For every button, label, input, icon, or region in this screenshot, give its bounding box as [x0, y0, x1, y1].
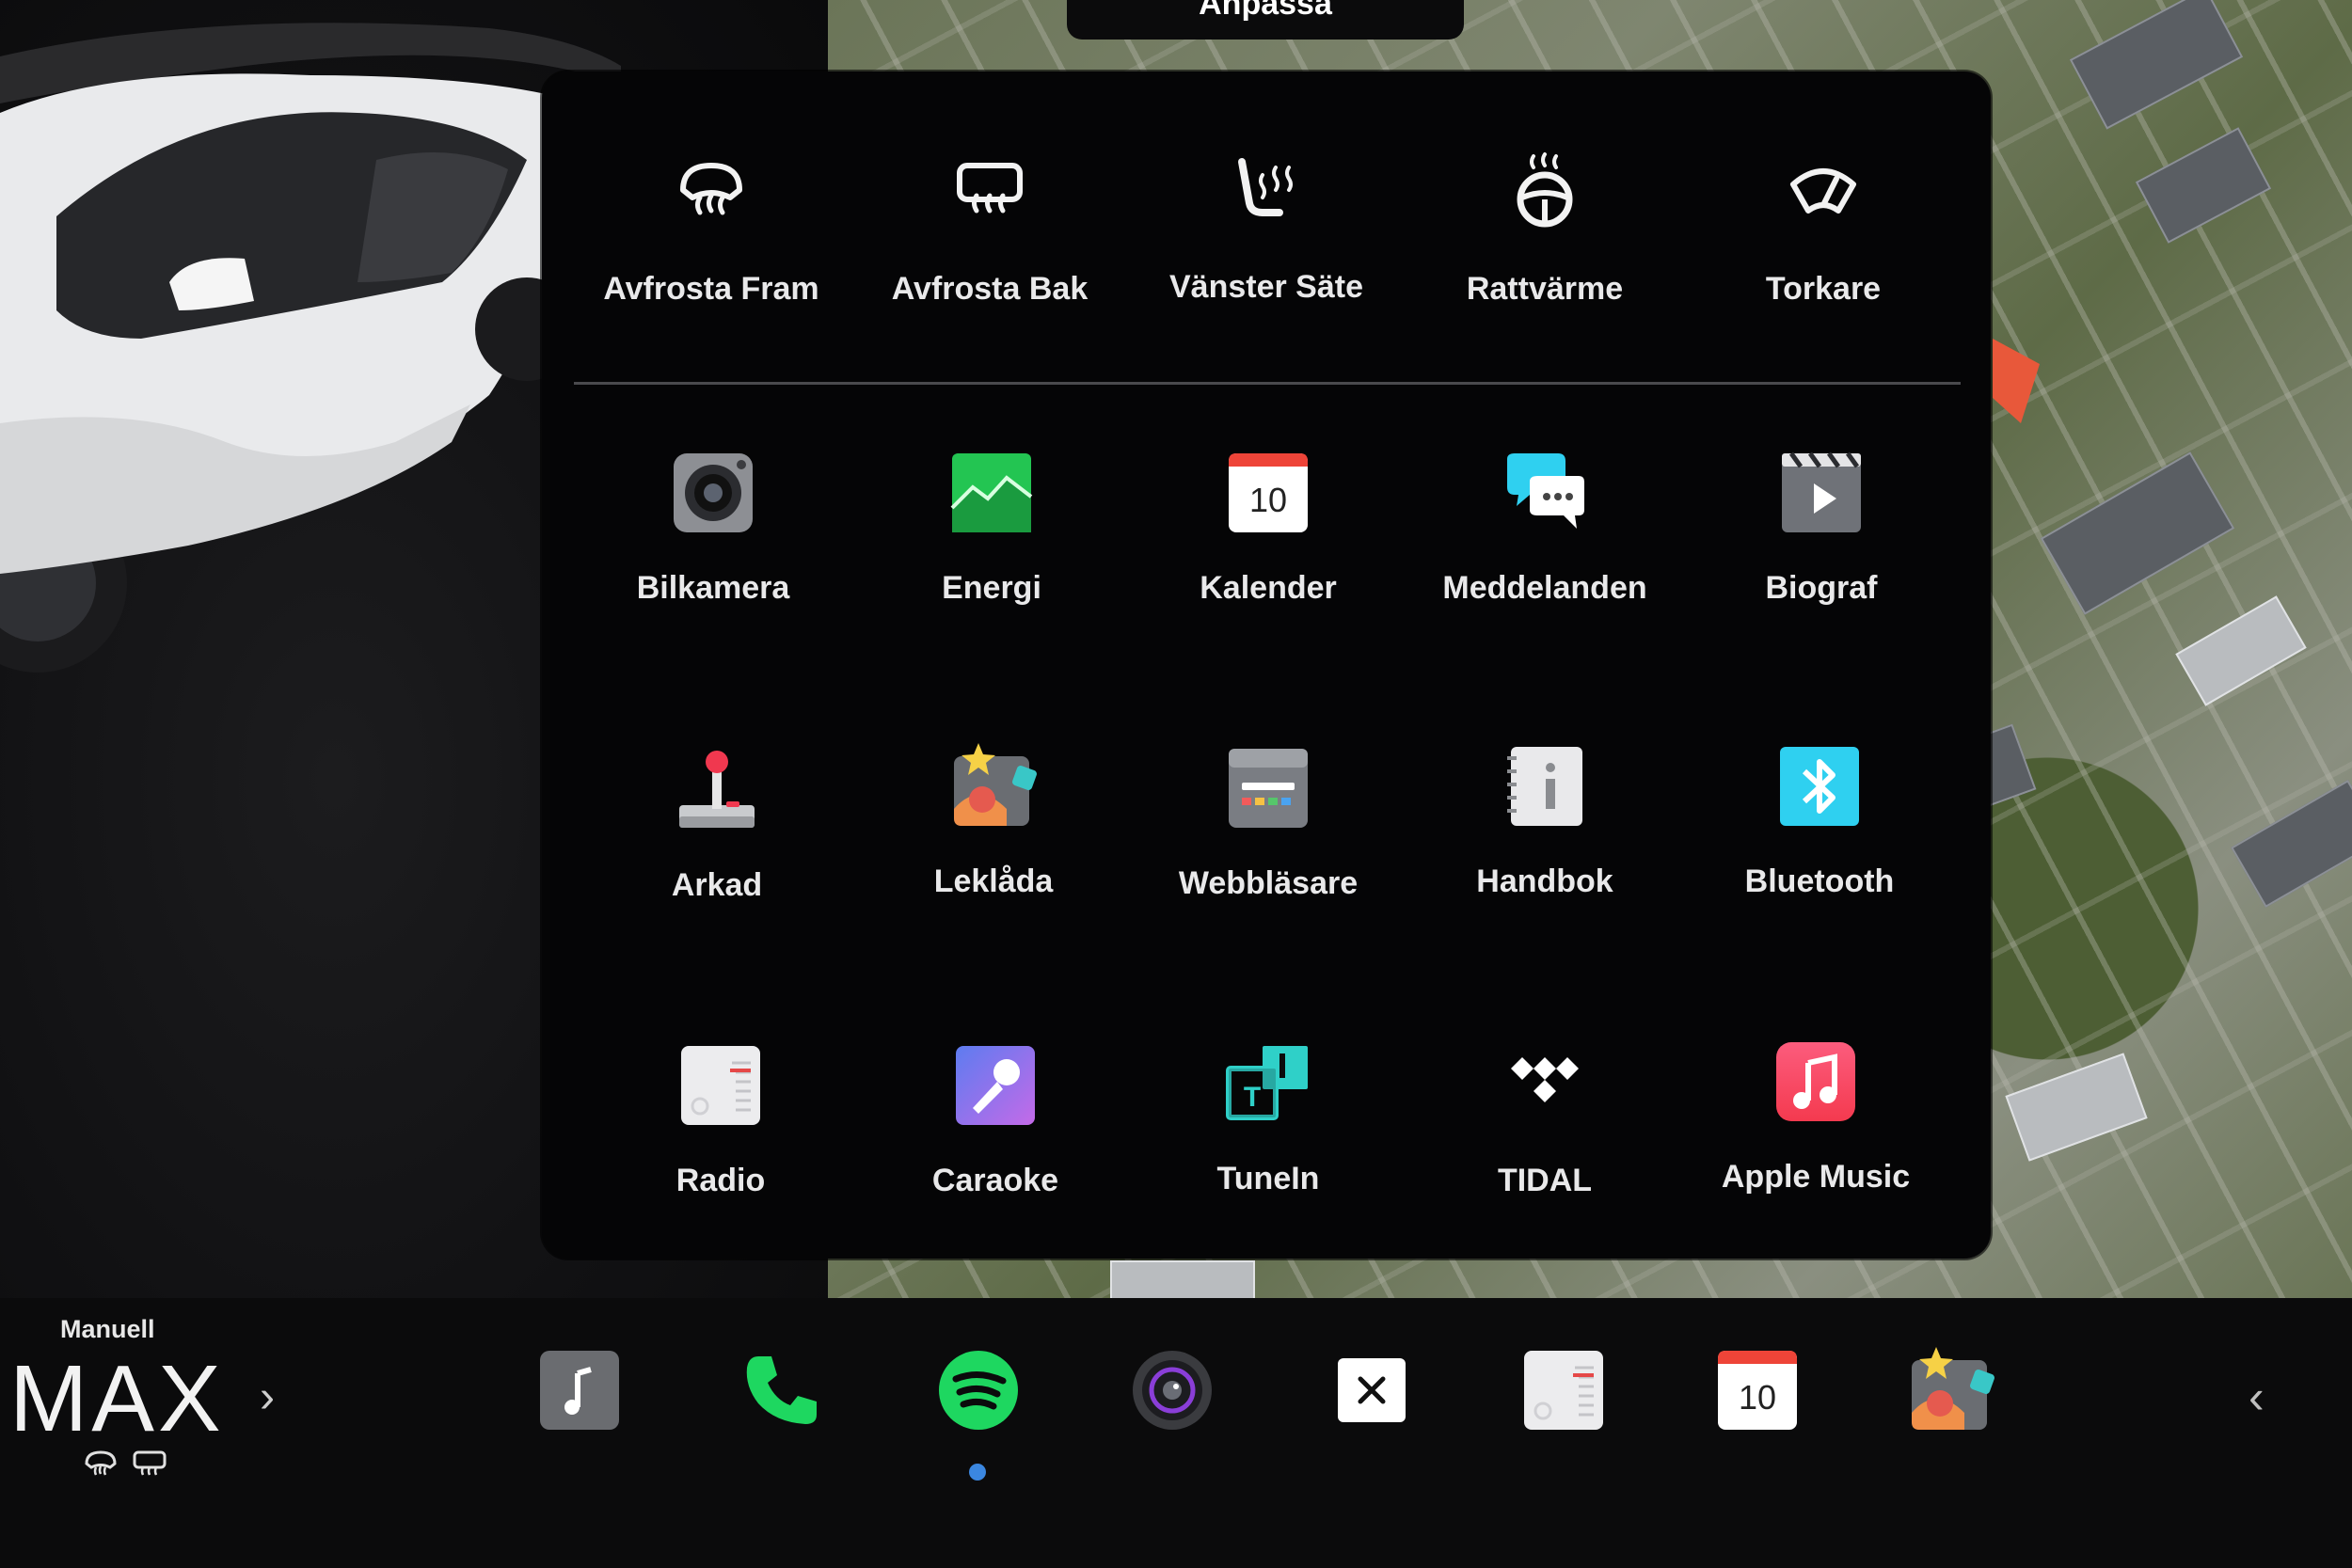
wiper-icon: [1790, 168, 1856, 214]
calendar-icon[interactable]: 10: [1714, 1347, 1801, 1433]
front-defrost-button[interactable]: Avfrosta Fram: [580, 150, 843, 357]
energy-graph-icon: [950, 453, 1033, 532]
bluetooth-icon: [1780, 747, 1859, 826]
app-radio[interactable]: Radio: [589, 1042, 852, 1249]
rear-defrost-button[interactable]: Avfrosta Bak: [858, 150, 1121, 357]
close-app-button[interactable]: [1328, 1347, 1415, 1433]
app-meddelanden[interactable]: Meddelanden: [1413, 450, 1677, 657]
front-defrost-icon: [680, 163, 742, 215]
camera-icon: [674, 453, 753, 532]
manual-icon: [1507, 747, 1582, 826]
steering-wheel-heat-button[interactable]: Rattvärme: [1413, 150, 1677, 357]
map-building: [2040, 451, 2235, 615]
app-bilkamera[interactable]: Bilkamera: [581, 450, 845, 657]
dashcam-icon[interactable]: [1129, 1347, 1216, 1433]
music-icon[interactable]: [536, 1347, 623, 1433]
chevron-left-icon[interactable]: ‹: [2249, 1370, 2265, 1424]
seat-heater-icon: [1238, 158, 1293, 216]
phone-icon[interactable]: [738, 1347, 824, 1433]
left-seat-label: Vänster Säte: [1169, 269, 1363, 305]
app-apple-music[interactable]: Apple Music: [1684, 1038, 1947, 1245]
joystick-icon: [679, 751, 755, 828]
app-label: Radio: [675, 1163, 766, 1198]
tunein-icon: T: [1226, 1046, 1308, 1120]
apple-music-icon: [1776, 1042, 1855, 1121]
calendar-icon: 10: [1229, 453, 1308, 532]
app-label: Bluetooth: [1744, 863, 1895, 899]
chevron-right-icon[interactable]: ›: [260, 1371, 275, 1423]
map-building: [2175, 595, 2307, 706]
front-defrost-label: Avfrosta Fram: [603, 271, 819, 307]
map-building: [2069, 0, 2244, 130]
climate-mode-label: Manuell: [60, 1315, 155, 1343]
app-label: Webbläsare: [1178, 865, 1359, 901]
rear-defrost-icon: [133, 1450, 167, 1476]
app-leklada[interactable]: Leklåda: [862, 743, 1125, 950]
app-label: Leklåda: [933, 863, 1054, 899]
radio-icon: [681, 1046, 760, 1125]
radio-icon[interactable]: [1520, 1347, 1607, 1433]
steering-wheel-heat-label: Rattvärme: [1466, 271, 1624, 307]
map-building: [2231, 779, 2352, 909]
app-caraoke[interactable]: Caraoke: [864, 1042, 1127, 1249]
front-defrost-icon: [85, 1450, 117, 1476]
browser-icon: [1229, 749, 1308, 828]
app-label: Biograf: [1765, 570, 1878, 606]
calendar-day: 10: [1249, 481, 1287, 519]
app-label: Arkad: [671, 867, 763, 903]
app-label: Meddelanden: [1442, 570, 1647, 606]
app-label: TIDAL: [1497, 1163, 1593, 1198]
app-label: Kalender: [1200, 570, 1337, 606]
toybox-icon[interactable]: [1908, 1347, 1994, 1433]
map-building: [2005, 1053, 2148, 1162]
app-label: Caraoke: [931, 1163, 1059, 1198]
app-label: Bilkamera: [636, 570, 790, 606]
app-energi[interactable]: Energi: [860, 450, 1123, 657]
calendar-day: 10: [1739, 1378, 1776, 1417]
wipers-button[interactable]: Torkare: [1692, 150, 1955, 357]
svg-text:T: T: [1244, 1082, 1261, 1113]
app-tidal[interactable]: TIDAL: [1413, 1042, 1677, 1249]
map-building: [2135, 127, 2272, 244]
close-icon: [1338, 1358, 1406, 1422]
app-tunein[interactable]: T TuneIn: [1136, 1040, 1400, 1247]
app-bluetooth[interactable]: Bluetooth: [1688, 743, 1951, 950]
app-label: TuneIn: [1216, 1161, 1320, 1196]
rear-defrost-icon: [957, 163, 1023, 214]
toybox-icon: [954, 743, 1037, 826]
steering-wheel-heat-icon: [1517, 152, 1573, 228]
left-seat-heater-button[interactable]: Vänster Säte: [1135, 149, 1398, 356]
app-label: Handbok: [1476, 863, 1613, 899]
messages-icon: [1507, 453, 1584, 529]
fan-level-display[interactable]: MAX: [9, 1345, 225, 1453]
wipers-label: Torkare: [1765, 271, 1882, 307]
app-biograf[interactable]: Biograf: [1690, 450, 1953, 657]
map-building: [1110, 1260, 1255, 1298]
section-divider: [574, 382, 1961, 385]
theater-icon: [1782, 451, 1861, 532]
tidal-icon: [1511, 1057, 1579, 1102]
spotify-icon[interactable]: [935, 1347, 1022, 1433]
rear-defrost-label: Avfrosta Bak: [891, 271, 1089, 307]
app-label: Apple Music: [1721, 1159, 1911, 1195]
app-label: Energi: [942, 570, 1041, 606]
active-indicator: [969, 1464, 986, 1481]
customize-tab[interactable]: Anpassa: [1067, 0, 1464, 40]
app-handbok[interactable]: Handbok: [1413, 743, 1677, 950]
app-arkad[interactable]: Arkad: [585, 747, 849, 954]
microphone-icon: [956, 1046, 1035, 1125]
app-webblasare[interactable]: Webbläsare: [1136, 745, 1400, 952]
app-kalender[interactable]: 10 Kalender: [1136, 450, 1400, 657]
